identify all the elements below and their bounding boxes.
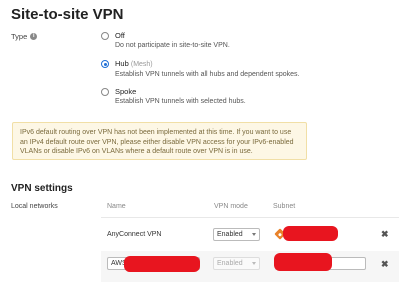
radio-spoke[interactable]: Spoke Establish VPN tunnels with selecte… xyxy=(101,87,246,107)
radio-hub-note: (Mesh) xyxy=(130,61,153,68)
radio-hub-desc: Establish VPN tunnels with all hubs and … xyxy=(115,71,300,78)
col-name-header: Name xyxy=(107,203,126,210)
type-label-group: Type i xyxy=(11,32,38,41)
info-icon[interactable]: i xyxy=(30,33,38,40)
vpn-settings-title: VPN settings xyxy=(11,183,73,194)
row1-subnet-redacted xyxy=(283,226,338,241)
ipv6-notice: IPv6 default routing over VPN has not be… xyxy=(12,122,307,160)
radio-hub-button[interactable] xyxy=(101,60,109,68)
row2-mode-value: Enabled xyxy=(217,260,243,267)
col-subnet-header: Subnet xyxy=(273,203,296,210)
radio-spoke-button[interactable] xyxy=(101,88,109,96)
radio-off-desc: Do not participate in site-to-site VPN. xyxy=(115,42,230,49)
type-label: Type xyxy=(11,32,28,41)
row1-mode-value: Enabled xyxy=(217,231,243,238)
close-icon[interactable]: ✖ xyxy=(381,230,389,239)
row2-name-redacted xyxy=(124,256,200,272)
radio-hub-title-line: Hub (Mesh) xyxy=(115,59,299,70)
row1-mode-select[interactable]: Enabled xyxy=(213,228,260,241)
row1-name: AnyConnect VPN xyxy=(107,231,162,238)
radio-spoke-title: Spoke xyxy=(115,87,137,96)
chevron-down-icon xyxy=(252,262,256,265)
page-title: Site-to-site VPN xyxy=(11,6,124,23)
radio-off[interactable]: Off Do not participate in site-to-site V… xyxy=(101,31,230,51)
radio-hub-title: Hub xyxy=(115,59,129,68)
row2-mode-select[interactable]: Enabled xyxy=(213,257,260,270)
close-icon[interactable]: ✖ xyxy=(381,260,389,269)
radio-spoke-desc: Establish VPN tunnels with selected hubs… xyxy=(115,98,246,105)
radio-hub[interactable]: Hub (Mesh) Establish VPN tunnels with al… xyxy=(101,59,299,80)
row2-subnet-redacted xyxy=(274,253,332,271)
col-mode-header: VPN mode xyxy=(214,203,248,210)
local-networks-label: Local networks xyxy=(11,203,58,210)
radio-off-button[interactable] xyxy=(101,32,109,40)
radio-off-title: Off xyxy=(115,31,125,40)
chevron-down-icon xyxy=(252,233,256,236)
